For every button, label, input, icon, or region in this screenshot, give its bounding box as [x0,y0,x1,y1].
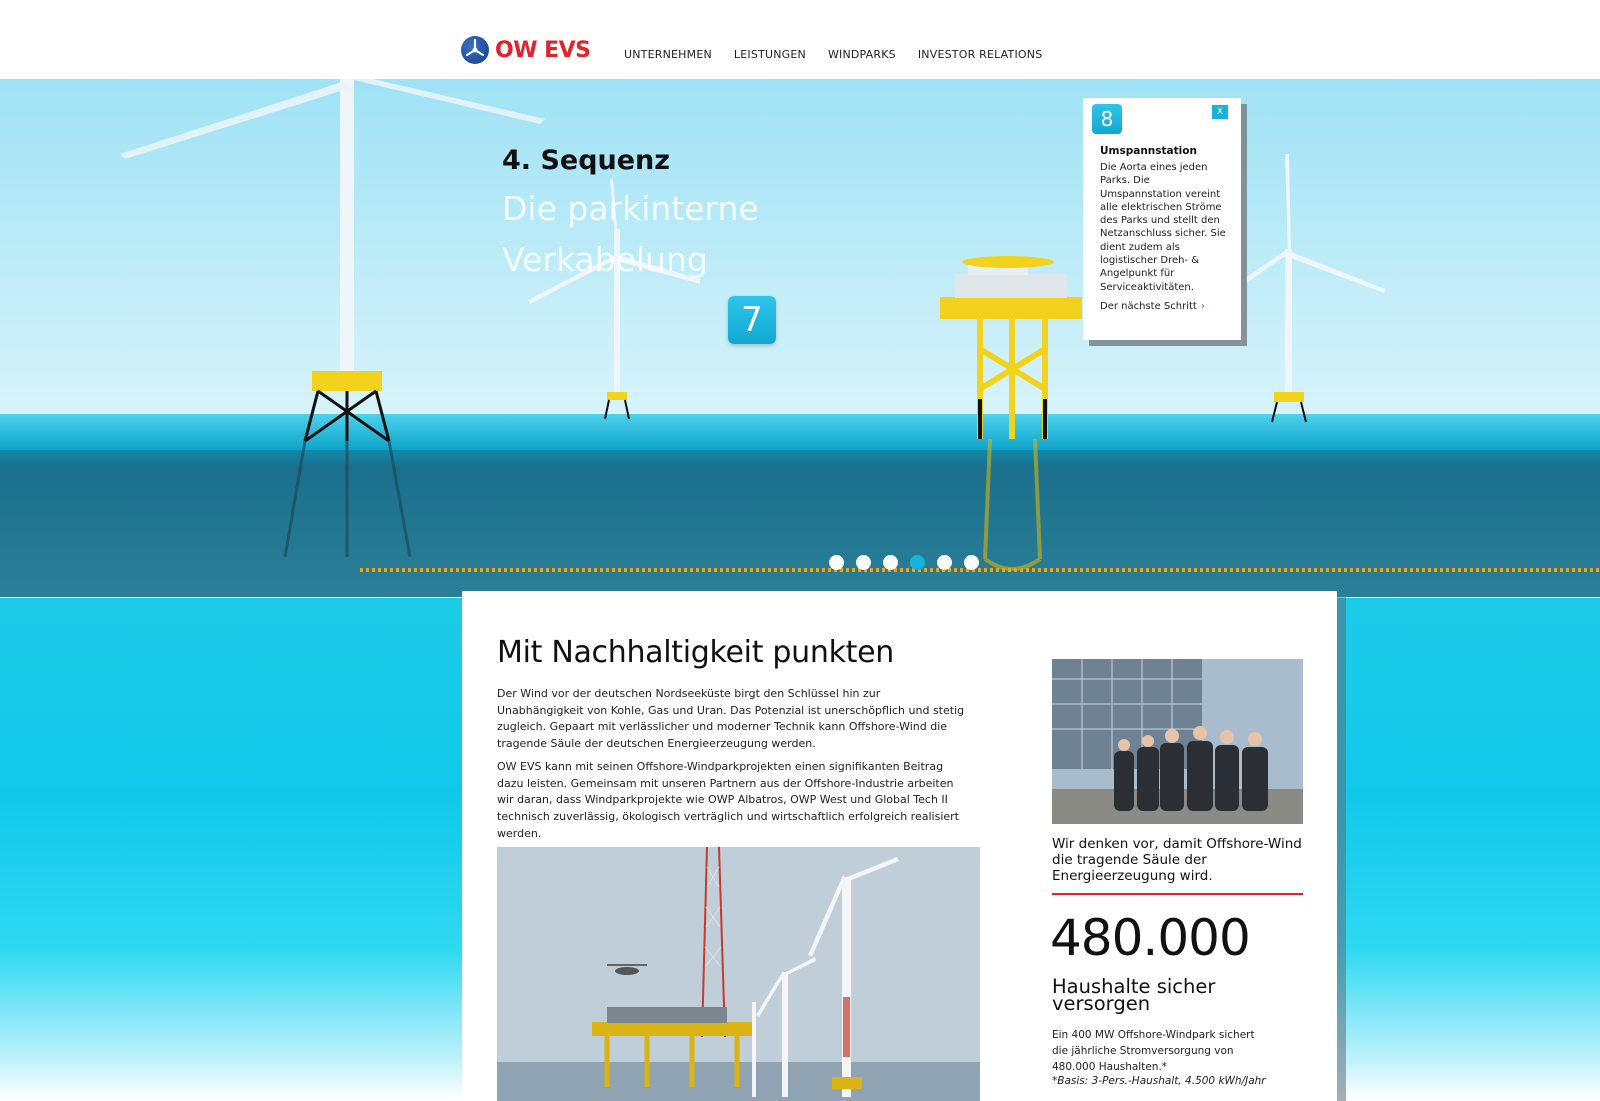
popup-title: Umspannstation [1100,145,1197,157]
info-popup: 8 X Umspannstation Die Aorta eines jeden… [1083,98,1241,340]
main-nav: UNTERNEHMEN LEISTUNGEN WINDPARKS INVESTO… [624,48,1042,61]
brand-logo[interactable]: OW EVS [461,36,591,64]
stat-description: Ein 400 MW Offshore-Windpark sichert die… [1052,1029,1255,1073]
stat-label: Haushalte sicher versorgen [1052,975,1216,1015]
nav-item-windparks[interactable]: WINDPARKS [828,48,896,61]
next-step-label: Der nächste Schritt [1100,301,1197,312]
nav-item-leistungen[interactable]: LEISTUNGEN [734,48,806,61]
close-button[interactable]: X [1212,105,1228,119]
next-step-link[interactable]: Der nächste Schritt › [1100,301,1205,312]
projects-paragraph: OW EVS kann mit seinen Offshore-Windpark… [497,760,959,840]
step-7-button[interactable]: 7 [728,296,776,344]
quote-divider [1052,893,1303,895]
team-photo [1052,659,1303,824]
popup-text: Die Aorta eines jeden Parks. Die Umspann… [1100,162,1226,293]
offshore-platform-photo [497,847,980,1101]
stat-number: 480.000 [1050,909,1251,967]
section-title: Mit Nachhaltigkeit punkten [497,635,894,670]
hero-slider: 4. Sequenz Die parkinterne Verkabelung 7… [0,79,1600,597]
sequence-title: Die parkinterne Verkabelung [502,189,759,279]
sequence-label: 4. Sequenz [502,145,670,176]
offshore-scene-illustration [0,79,1600,597]
brand-name: OW EVS [495,37,591,63]
content-card: Mit Nachhaltigkeit punkten Der Wind vor … [462,591,1337,1101]
nav-item-unternehmen[interactable]: UNTERNEHMEN [624,48,712,61]
slider-dot-5[interactable] [937,555,952,570]
popup-step-badge: 8 [1092,104,1122,134]
chevron-right-icon: › [1200,301,1205,312]
nav-item-investor-relations[interactable]: INVESTOR RELATIONS [918,48,1043,61]
slider-dot-1[interactable] [829,555,844,570]
slider-dots [829,555,979,570]
slider-dot-2[interactable] [856,555,871,570]
stat-footnote: *Basis: 3-Pers.-Haushalt, 4.500 kWh/Jahr [1052,1075,1266,1087]
windmill-logo-icon [461,36,489,64]
slider-dot-4-active[interactable] [910,555,925,570]
slider-dot-6[interactable] [964,555,979,570]
slider-dot-3[interactable] [883,555,898,570]
site-header: OW EVS UNTERNEHMEN LEISTUNGEN WINDPARKS … [0,0,1600,79]
team-quote: Wir denken vor, damit Offshore-Wind die … [1052,836,1302,884]
intro-paragraph: Der Wind vor der deutschen Nordseeküste … [497,687,965,751]
